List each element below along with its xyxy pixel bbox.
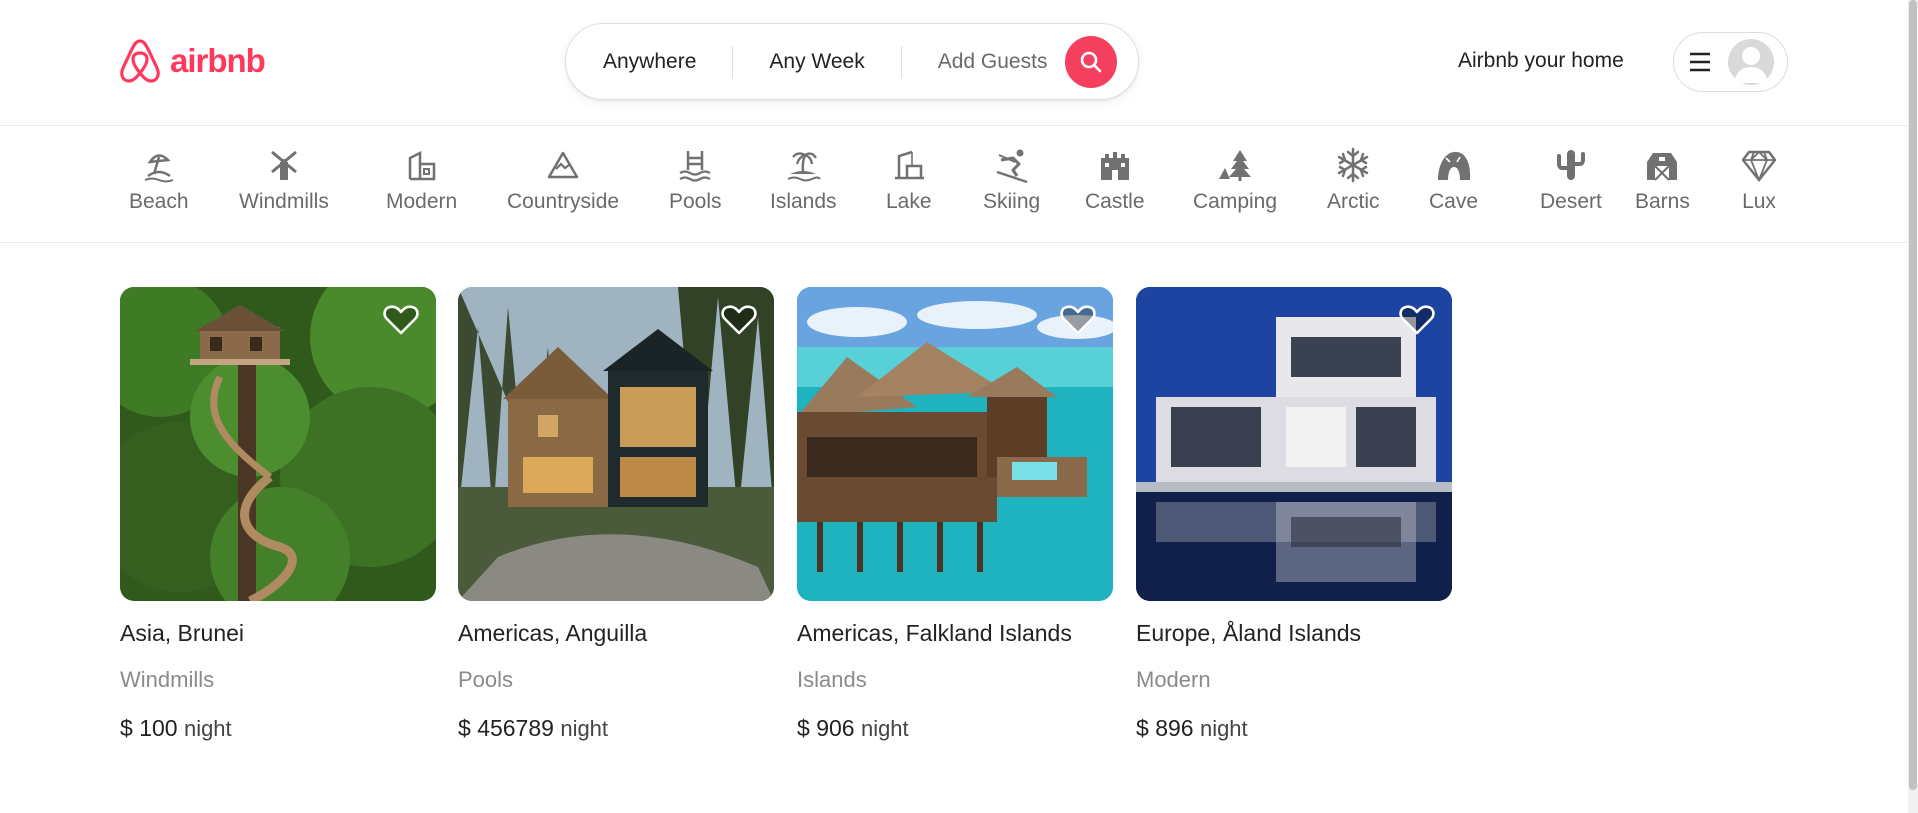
windmill-icon (270, 150, 297, 180)
listing-location: Americas, Anguilla (458, 620, 648, 646)
category-islands[interactable]: Islands (770, 146, 837, 214)
price-unit: night (560, 716, 609, 741)
price-currency: $ (797, 715, 810, 741)
listing-price: $ 456789 night (458, 713, 774, 744)
listing-category: Modern (1136, 667, 1211, 692)
user-menu-button[interactable] (1673, 32, 1788, 92)
category-modern[interactable]: Modern (386, 146, 457, 214)
category-beach[interactable]: Beach (129, 146, 189, 214)
barn-icon (1647, 153, 1678, 181)
listing-photo[interactable] (458, 287, 774, 601)
category-lake[interactable]: Lake (886, 146, 932, 214)
category-label: Arctic (1327, 190, 1380, 213)
category-label: Countryside (507, 190, 620, 213)
snowflake-icon (1338, 147, 1369, 183)
listing-price: $ 896 night (1136, 713, 1452, 744)
price-amount: 100 (139, 715, 178, 741)
search-location[interactable]: Anywhere (566, 47, 732, 77)
hamburger-menu-icon (1690, 52, 1710, 72)
category-label: Castle (1085, 190, 1145, 213)
island-icon (787, 152, 822, 182)
price-unit: night (860, 716, 909, 741)
category-label: Beach (129, 190, 189, 213)
listing-photo[interactable] (120, 287, 436, 601)
listing-category: Windmills (120, 667, 215, 692)
listing-location: Asia, Brunei (120, 620, 245, 646)
category-desert[interactable]: Desert (1540, 146, 1602, 214)
category-skiing[interactable]: Skiing (983, 146, 1040, 214)
skiing-icon (996, 149, 1027, 184)
beach-icon (144, 154, 174, 183)
listing-card[interactable]: Asia, Brunei Windmills $ 100 night (120, 287, 436, 744)
search-week[interactable]: Any Week (733, 47, 900, 77)
diamond-icon (1741, 150, 1777, 183)
listing-card[interactable]: Europe, Åland Islands Modern $ 896 night (1136, 287, 1452, 744)
scrollbar-thumb[interactable] (1909, 0, 1917, 790)
category-bar: Beach Windmills Modern Countryside Pools… (0, 126, 1908, 243)
airbnb-logo-icon (120, 39, 160, 83)
mountain-icon (547, 151, 579, 179)
category-camping[interactable]: Camping (1193, 146, 1277, 214)
category-countryside[interactable]: Countryside (507, 146, 619, 214)
category-label: Desert (1540, 190, 1602, 213)
listing-category: Pools (458, 667, 514, 692)
search-bar[interactable]: Anywhere Any Week Add Guests (565, 23, 1139, 100)
category-label: Cave (1429, 190, 1479, 213)
category-label: Camping (1193, 190, 1278, 213)
category-label: Pools (669, 190, 722, 213)
favorite-heart-icon[interactable] (383, 304, 419, 336)
favorite-heart-icon[interactable] (1399, 304, 1435, 336)
price-amount: 906 (816, 715, 855, 741)
brand-name: airbnb (170, 42, 266, 79)
castle-icon (1100, 152, 1129, 180)
price-unit: night (1199, 716, 1248, 741)
search-icon (1081, 51, 1102, 72)
favorite-heart-icon[interactable] (1060, 304, 1096, 336)
listing-photo[interactable] (1136, 287, 1452, 601)
favorite-heart-icon[interactable] (721, 304, 757, 336)
category-label: Lux (1742, 190, 1776, 213)
pool-icon (679, 151, 711, 182)
category-windmills[interactable]: Windmills (239, 146, 329, 214)
price-amount: 896 (1155, 715, 1194, 741)
page-scrollbar[interactable] (1908, 0, 1918, 813)
category-label: Barns (1635, 190, 1690, 213)
category-barns[interactable]: Barns (1635, 146, 1690, 214)
cactus-icon (1556, 150, 1585, 180)
category-cave[interactable]: Cave (1429, 146, 1478, 214)
category-label: Islands (770, 190, 837, 213)
category-label: Windmills (239, 190, 329, 213)
search-guests[interactable]: Add Guests (902, 47, 1066, 77)
listing-card[interactable]: Americas, Anguilla Pools $ 456789 night (458, 287, 774, 744)
listing-price: $ 906 night (797, 713, 1113, 744)
listing-location: Europe, Åland Islands (1136, 620, 1362, 646)
price-currency: $ (120, 715, 133, 741)
category-arctic[interactable]: Arctic (1327, 146, 1380, 214)
host-link[interactable]: Airbnb your home (1458, 49, 1624, 73)
category-label: Lake (886, 190, 932, 213)
category-pools[interactable]: Pools (669, 146, 722, 214)
cave-icon (1437, 151, 1470, 180)
top-header: airbnb Anywhere Any Week Add Guests Airb… (0, 0, 1908, 126)
listing-location: Americas, Falkland Islands (797, 620, 1072, 646)
price-amount: 456789 (477, 715, 554, 741)
airbnb-logo[interactable]: airbnb (118, 37, 266, 85)
listing-card[interactable]: Americas, Falkland Islands Islands $ 906… (797, 287, 1113, 744)
lake-icon (894, 150, 924, 180)
category-lux[interactable]: Lux (1740, 146, 1778, 214)
category-castle[interactable]: Castle (1085, 146, 1145, 214)
category-label: Modern (386, 190, 458, 213)
price-currency: $ (458, 715, 471, 741)
listing-photo[interactable] (797, 287, 1113, 601)
price-unit: night (183, 716, 232, 741)
user-avatar-icon (1728, 39, 1774, 85)
modern-house-icon (408, 150, 435, 181)
camping-icon (1219, 150, 1252, 181)
search-button[interactable] (1065, 35, 1118, 88)
listing-price: $ 100 night (120, 713, 436, 744)
listing-category: Islands (797, 667, 867, 692)
category-label: Skiing (983, 190, 1041, 213)
price-currency: $ (1136, 715, 1149, 741)
